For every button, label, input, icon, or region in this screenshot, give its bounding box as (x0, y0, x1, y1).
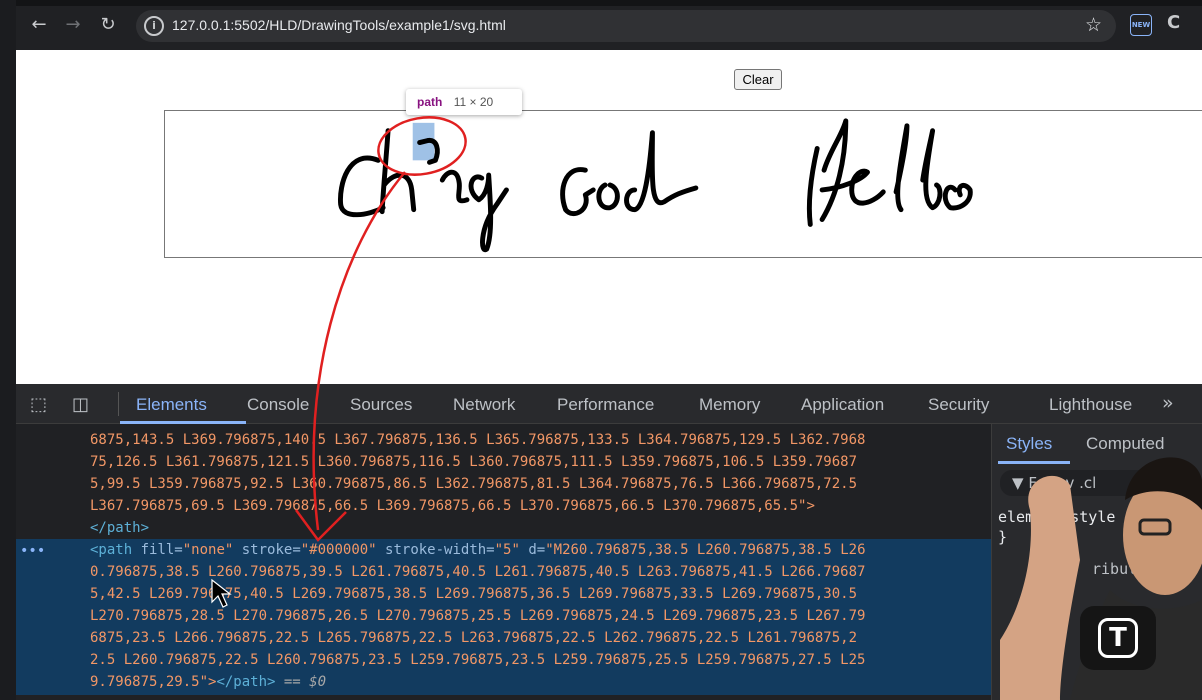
site-info-icon[interactable]: i (144, 16, 164, 36)
val-stroke-width: "5" (494, 542, 520, 558)
extension-icon[interactable]: C (1167, 12, 1180, 33)
drawing-canvas[interactable] (164, 110, 1202, 258)
selected-path-open[interactable]: <path fill="none" stroke="#000000" strok… (90, 539, 866, 561)
url-text[interactable]: 127.0.0.1:5502/HLD/DrawingTools/example1… (172, 17, 506, 33)
tab-performance[interactable]: Performance (557, 395, 654, 415)
code-line[interactable]: 75,126.5 L361.796875,121.5 L360.796875,1… (90, 451, 857, 473)
devtools-tabbar: ⬚ ◫ Elements Console Sources Network Per… (16, 384, 1202, 424)
attr-stroke-width: stroke-width= (376, 542, 495, 558)
tab-console[interactable]: Console (247, 395, 309, 415)
reload-icon[interactable]: ↻ (96, 13, 120, 37)
tab-memory[interactable]: Memory (699, 395, 760, 415)
code-line[interactable]: 5,99.5 L359.796875,92.5 L360.796875,86.5… (90, 473, 857, 495)
forward-icon[interactable]: → (61, 13, 85, 37)
val-d-end: 9.796875,29.5"> (90, 674, 217, 690)
tooltip-tag: path (417, 95, 443, 109)
code-line[interactable]: L367.796875,69.5 L369.796875,66.5 L369.7… (90, 495, 815, 517)
element-tooltip: path 11 × 20 (406, 89, 522, 115)
tab-strip (0, 0, 1202, 6)
attr-stroke: stroke= (233, 542, 301, 558)
handwriting-strokes (338, 118, 973, 253)
clear-button[interactable]: Clear (734, 69, 782, 90)
tab-elements[interactable]: Elements (136, 395, 207, 415)
selected-path-line[interactable]: 6875,23.5 L266.796875,22.5 L265.796875,2… (90, 627, 857, 649)
attr-fill: fill= (132, 542, 183, 558)
tab-network[interactable]: Network (453, 395, 515, 415)
back-icon[interactable]: ← (27, 13, 51, 37)
selected-path-line[interactable]: 5,42.5 L269.796875,40.5 L269.796875,38.5… (90, 583, 857, 605)
tab-divider (118, 392, 119, 416)
page-viewport: Clear path 11 × 20 (16, 50, 1202, 384)
tab-security[interactable]: Security (928, 395, 989, 415)
tab-application[interactable]: Application (801, 395, 884, 415)
selected-path-end[interactable]: 9.796875,29.5"></path> == $0 (90, 671, 326, 693)
bookmark-star-icon[interactable]: ☆ (1085, 14, 1102, 36)
selected-path-line[interactable]: 0.796875,38.5 L260.796875,39.5 L261.7968… (90, 561, 865, 583)
val-fill: "none" (182, 542, 234, 558)
presenter-hand (1000, 475, 1080, 700)
attr-d: d= (519, 542, 546, 558)
text-capture-icon: T (1098, 618, 1138, 658)
inspect-element-icon[interactable]: ⬚ (30, 394, 47, 415)
tab-lighthouse[interactable]: Lighthouse (1049, 395, 1132, 415)
selected-path-line[interactable]: 2.5 L260.796875,22.5 L260.796875,23.5 L2… (90, 649, 865, 671)
tag-close: </path> (216, 674, 276, 690)
code-line[interactable]: 6875,143.5 L369.796875,140.5 L367.796875… (90, 429, 865, 451)
val-d-start: "M260.796875,38.5 L260.796875,38.5 L26 (545, 542, 866, 558)
device-toolbar-icon[interactable]: ◫ (72, 394, 89, 415)
text-capture-button[interactable]: T (1080, 606, 1156, 670)
browser-toolbar: ← → ↻ i 127.0.0.1:5502/HLD/DrawingTools/… (0, 0, 1202, 50)
selected-path-line[interactable]: L270.796875,28.5 L270.796875,26.5 L270.7… (90, 605, 865, 627)
close-tag-line[interactable]: </path> (90, 517, 149, 539)
tag-open: <path (90, 542, 133, 558)
window-edge (0, 0, 16, 700)
val-stroke: "#000000" (300, 542, 377, 558)
node-menu-icon[interactable]: ••• (20, 540, 45, 562)
extension-new-icon[interactable]: NEW (1130, 14, 1152, 36)
address-bar[interactable]: i 127.0.0.1:5502/HLD/DrawingTools/exampl… (136, 10, 1116, 42)
console-ref: == $0 (275, 674, 327, 690)
tooltip-size: 11 × 20 (453, 95, 494, 109)
elements-tree[interactable]: ••• 6875,143.5 L369.796875,140.5 L367.79… (16, 424, 991, 700)
tab-sources[interactable]: Sources (350, 395, 412, 415)
more-tabs-icon[interactable]: » (1162, 392, 1174, 414)
